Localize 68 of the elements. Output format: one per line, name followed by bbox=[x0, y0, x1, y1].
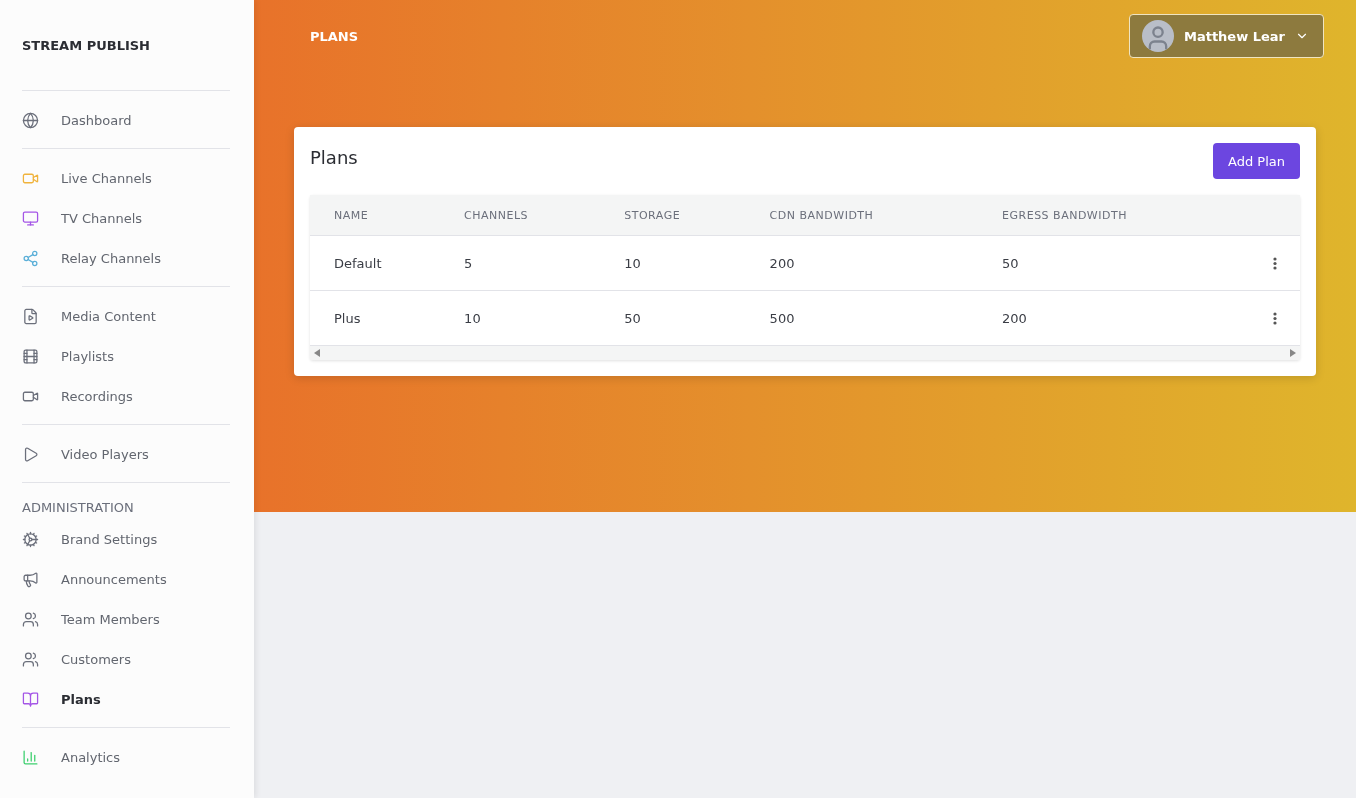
share-icon bbox=[22, 249, 39, 267]
sidebar-item-label: Analytics bbox=[61, 749, 121, 765]
column-header: NAME bbox=[310, 195, 441, 236]
scroll-right-icon[interactable] bbox=[1290, 349, 1296, 357]
sidebar-item[interactable]: Announcements bbox=[22, 559, 230, 599]
sidebar-item-label: Dashboard bbox=[61, 112, 132, 128]
table-cell: Default bbox=[310, 235, 441, 291]
sidebar-item-label: Video Players bbox=[61, 446, 149, 462]
more-vertical-icon bbox=[1273, 256, 1277, 270]
sidebar-item-label: Announcements bbox=[61, 571, 167, 587]
sidebar-item-label: Customers bbox=[61, 651, 131, 667]
sidebar-item-label: Relay Channels bbox=[61, 250, 161, 266]
users-icon bbox=[22, 650, 39, 668]
sidebar-item[interactable]: Media Content bbox=[22, 296, 230, 336]
add-plan-button[interactable]: Add Plan bbox=[1213, 143, 1300, 179]
bar-chart-icon bbox=[22, 748, 39, 766]
brand-name: STREAM PUBLISH bbox=[22, 36, 151, 55]
sidebar-item[interactable]: Brand Settings bbox=[22, 519, 230, 559]
table-cell: 50 bbox=[600, 290, 746, 346]
settings-icon bbox=[22, 530, 39, 548]
globe-icon bbox=[22, 111, 39, 129]
film-icon bbox=[22, 347, 39, 365]
sidebar-item[interactable]: Video Players bbox=[22, 434, 230, 474]
column-header: STORAGE bbox=[600, 195, 746, 236]
sidebar-item-label: Playlists bbox=[61, 348, 114, 364]
sidebar-item-label: Plans bbox=[61, 691, 101, 707]
megaphone-icon bbox=[22, 570, 39, 588]
column-header: CDN BANDWIDTH bbox=[745, 195, 979, 236]
sidebar-item[interactable]: Relay Channels bbox=[22, 238, 230, 278]
more-options-button[interactable] bbox=[1273, 256, 1277, 270]
sidebar-item[interactable]: Team Members bbox=[22, 599, 230, 639]
sidebar-item[interactable]: Live Channels bbox=[22, 158, 230, 198]
play-icon bbox=[22, 445, 39, 463]
section-heading: ADMINISTRATION bbox=[22, 499, 135, 517]
table-cell: 10 bbox=[440, 290, 601, 346]
scroll-left-icon[interactable] bbox=[314, 349, 320, 357]
table-cell: 200 bbox=[745, 235, 979, 291]
table-cell: 200 bbox=[978, 290, 1249, 346]
sidebar-item-label: TV Channels bbox=[61, 210, 143, 226]
column-header: EGRESS BANDWIDTH bbox=[978, 195, 1249, 236]
sidebar-item[interactable]: Analytics bbox=[22, 737, 230, 777]
page-title: PLANS bbox=[310, 28, 359, 44]
sidebar-item-label: Team Members bbox=[61, 611, 160, 627]
sidebar-item[interactable]: Recordings bbox=[22, 376, 230, 416]
more-vertical-icon bbox=[1273, 311, 1277, 325]
sidebar-item-label: Media Content bbox=[61, 308, 156, 324]
sidebar-item[interactable]: Plans bbox=[22, 679, 230, 719]
more-options-button[interactable] bbox=[1273, 311, 1277, 325]
table-cell: 50 bbox=[978, 235, 1249, 291]
table-cell: Plus bbox=[310, 290, 441, 346]
table-cell: 5 bbox=[440, 235, 601, 291]
table-cell: 500 bbox=[745, 290, 979, 346]
users-icon bbox=[22, 610, 39, 628]
sidebar-item[interactable]: Dashboard bbox=[22, 100, 230, 140]
user-menu-button[interactable]: Matthew Lear bbox=[1128, 14, 1324, 58]
monitor-icon bbox=[22, 209, 39, 227]
column-header: CHANNELS bbox=[440, 195, 601, 236]
sidebar-item[interactable]: TV Channels bbox=[22, 198, 230, 238]
avatar-icon bbox=[1141, 20, 1174, 52]
sidebar-item-label: Brand Settings bbox=[61, 531, 158, 547]
sidebar-item[interactable]: Customers bbox=[22, 639, 230, 679]
book-icon bbox=[22, 690, 39, 708]
sidebar-item-label: Live Channels bbox=[61, 170, 152, 186]
sidebar-item[interactable]: Playlists bbox=[22, 336, 230, 376]
sidebar-item-label: Recordings bbox=[61, 388, 133, 404]
table-cell: 10 bbox=[600, 235, 746, 291]
card-title: Plans bbox=[310, 147, 358, 168]
file-icon bbox=[22, 307, 39, 325]
